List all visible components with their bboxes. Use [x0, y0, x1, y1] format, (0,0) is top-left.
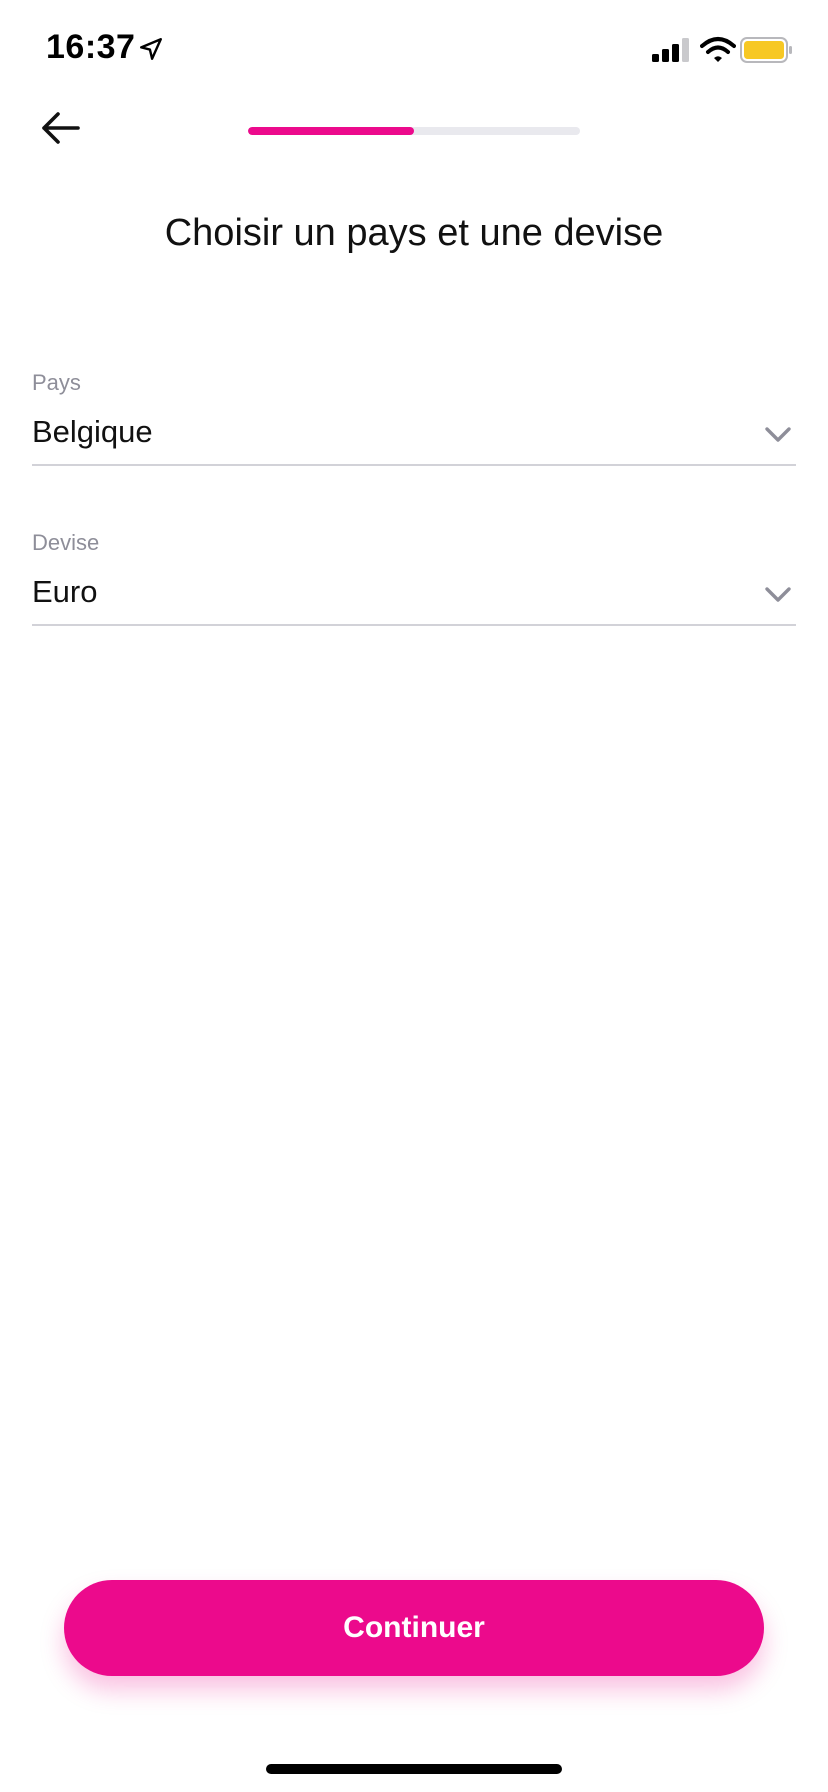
wifi-icon — [700, 37, 736, 62]
continue-button[interactable]: Continuer — [64, 1580, 764, 1676]
currency-value: Euro — [32, 574, 98, 609]
status-time: 16:37 — [46, 28, 136, 66]
battery-icon — [740, 37, 792, 63]
page-title: Choisir un pays et une devise — [164, 212, 664, 254]
back-button[interactable] — [30, 100, 90, 156]
cellular-signal-icon — [652, 38, 689, 62]
chevron-down-icon — [765, 587, 791, 602]
currency-label: Devise — [32, 530, 100, 555]
progress-fill — [248, 127, 414, 135]
country-select[interactable]: Pays Belgique — [32, 368, 796, 466]
country-label: Pays — [32, 370, 81, 395]
location-arrow-icon — [140, 38, 162, 60]
country-value: Belgique — [32, 414, 153, 449]
chevron-down-icon — [765, 427, 791, 442]
arrow-left-icon — [42, 112, 80, 144]
home-indicator — [266, 1764, 562, 1774]
currency-select[interactable]: Devise Euro — [32, 528, 796, 626]
progress-bar — [248, 127, 580, 135]
status-bar: 16:37 — [0, 0, 828, 100]
